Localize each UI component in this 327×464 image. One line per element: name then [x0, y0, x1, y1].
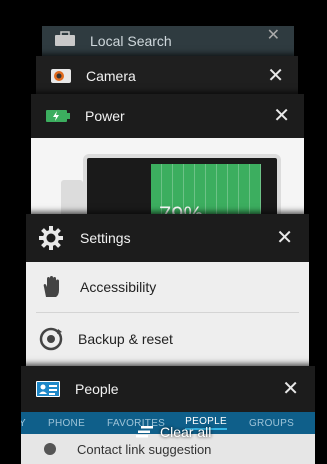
tab-phone[interactable]: PHONE: [48, 418, 85, 429]
close-icon[interactable]: ✕: [267, 28, 280, 44]
card-header: People ✕: [21, 366, 315, 412]
clear-all-label: Clear all: [160, 424, 212, 440]
close-icon[interactable]: ✕: [282, 379, 299, 399]
tab-groups[interactable]: GROUPS: [249, 418, 294, 429]
camera-icon: [50, 67, 72, 85]
briefcase-icon: [54, 30, 76, 52]
contact-avatar-icon: [43, 442, 57, 456]
recent-card-title: Camera: [86, 68, 136, 84]
recent-card-title: Power: [85, 108, 125, 124]
settings-item-backup-reset[interactable]: Backup & reset: [26, 314, 309, 364]
recent-card-title: People: [75, 381, 119, 397]
recent-card-title: Settings: [80, 230, 131, 246]
settings-item-accessibility[interactable]: Accessibility: [26, 262, 309, 312]
backup-restore-icon: [38, 326, 64, 352]
battery-charging-icon: [45, 109, 71, 123]
clear-all-icon: [136, 425, 154, 439]
hand-icon: [40, 275, 62, 299]
gear-icon: [38, 225, 64, 251]
clear-all-button[interactable]: Clear all: [136, 424, 211, 440]
close-icon[interactable]: ✕: [267, 66, 284, 86]
close-icon[interactable]: ✕: [276, 228, 293, 248]
contact-card-icon: [35, 380, 61, 398]
card-header: Power ✕: [31, 94, 304, 138]
recent-card-people[interactable]: People ✕ Y PHONE FAVORITES PEOPLE GROUPS…: [21, 366, 315, 464]
tab-history[interactable]: Y: [21, 418, 26, 429]
recent-apps-screen: Local Search ✕ Camera ✕ Power ✕ Settings…: [0, 0, 327, 464]
settings-item-label: Accessibility: [80, 279, 157, 295]
divider: [36, 312, 299, 313]
recent-card-settings[interactable]: Settings ✕ Accessibility Backup & reset: [26, 214, 309, 374]
recent-card-title: Local Search: [90, 33, 172, 49]
settings-item-label: Backup & reset: [78, 331, 173, 347]
card-header: Camera ✕: [36, 56, 298, 96]
recent-card-power[interactable]: Power ✕ 79%: [31, 94, 304, 234]
people-list-item-label: Contact link suggestion: [77, 441, 212, 457]
close-icon[interactable]: ✕: [273, 106, 290, 126]
card-header: Settings ✕: [26, 214, 309, 262]
